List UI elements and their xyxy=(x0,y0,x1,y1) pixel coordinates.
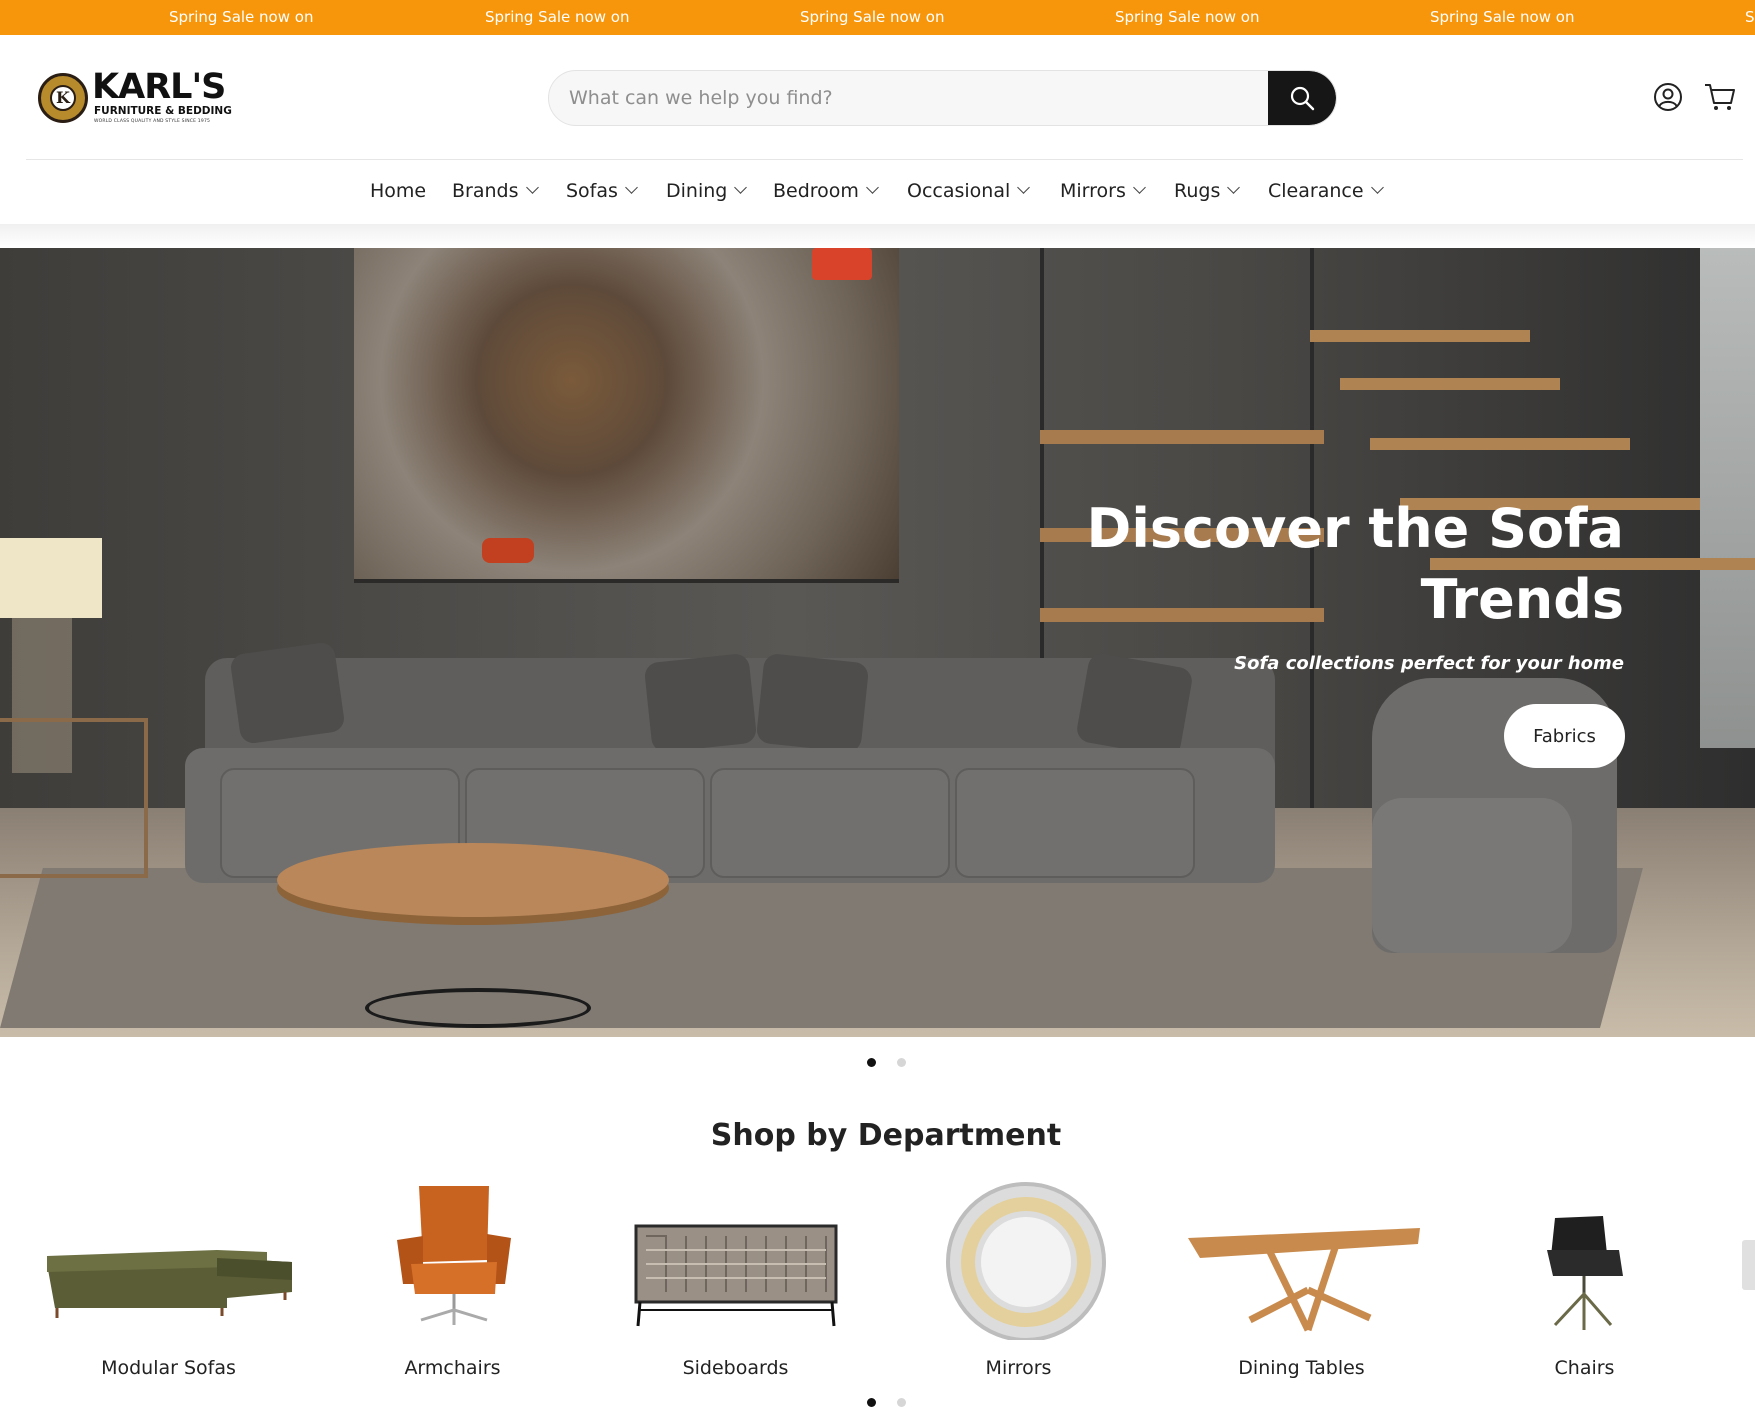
department-dot-1[interactable] xyxy=(867,1398,876,1407)
coffee-table xyxy=(277,843,669,917)
logo-emblem-letter: K xyxy=(50,85,76,111)
header-divider xyxy=(26,159,1743,160)
chevron-down-icon xyxy=(625,181,638,194)
department-chairs[interactable]: Chairs xyxy=(1443,1180,1726,1380)
nav-label: Bedroom xyxy=(773,180,859,202)
search-bar xyxy=(548,70,1337,126)
logo-name: KARL'S xyxy=(92,67,226,107)
department-mirrors[interactable]: Mirrors xyxy=(877,1180,1160,1380)
search-button[interactable] xyxy=(1268,71,1336,125)
nav-label: Sofas xyxy=(566,180,618,202)
nav-label: Rugs xyxy=(1174,180,1221,202)
painting-accent xyxy=(812,248,872,280)
logo-emblem-icon: K xyxy=(38,73,88,123)
coffee-table-base xyxy=(365,988,591,1028)
sofa-pillow xyxy=(643,652,758,754)
nav-item-clearance[interactable]: Clearance xyxy=(1268,180,1384,202)
account-icon xyxy=(1654,83,1682,111)
department-next-item-preview xyxy=(1742,1240,1755,1290)
hero-dot-1[interactable] xyxy=(867,1058,876,1067)
sofa-cushion xyxy=(710,768,950,878)
painting-accent xyxy=(482,538,534,563)
sideboard-image xyxy=(634,1224,838,1327)
nav-label: Mirrors xyxy=(1060,180,1126,202)
chevron-down-icon xyxy=(866,181,879,194)
nav-label: Occasional xyxy=(907,180,1011,202)
sofa-cushion xyxy=(955,768,1195,878)
nav-shadow xyxy=(0,224,1755,248)
department-heading: Shop by Department xyxy=(710,1118,1062,1153)
armchair-image xyxy=(397,1186,511,1325)
chevron-down-icon xyxy=(1227,181,1241,194)
hero-dot-2[interactable] xyxy=(897,1058,906,1067)
shelf xyxy=(1040,430,1324,444)
chevron-down-icon xyxy=(1370,181,1384,194)
announcement-text: Spring Sale now on xyxy=(1430,8,1575,26)
modular-sofa-image xyxy=(47,1250,292,1318)
department-modular-sofas[interactable]: Modular Sofas xyxy=(27,1180,310,1380)
hero-side-table xyxy=(0,718,148,878)
department-label: Dining Tables xyxy=(1238,1357,1365,1379)
hero-painting xyxy=(354,248,899,583)
nav-item-bedroom[interactable]: Bedroom xyxy=(773,180,879,202)
department-label: Chairs xyxy=(1554,1357,1615,1379)
nav-item-occasional[interactable]: Occasional xyxy=(907,180,1031,202)
chair-image xyxy=(1547,1216,1623,1330)
chevron-down-icon xyxy=(1133,181,1146,194)
sofa-pillow xyxy=(229,641,346,745)
nav-item-rugs[interactable]: Rugs xyxy=(1174,180,1241,202)
announcement-text: S xyxy=(1745,8,1755,26)
department-dining-tables[interactable]: Dining Tables xyxy=(1160,1180,1443,1380)
department-dot-2[interactable] xyxy=(897,1398,906,1407)
logo-tagline: WORLD CLASS QUALITY AND STYLE SINCE 1975 xyxy=(94,119,211,124)
search-input[interactable] xyxy=(569,71,1249,125)
nav-item-brands[interactable]: Brands xyxy=(452,180,539,202)
cart-button[interactable] xyxy=(1703,81,1737,113)
announcement-text: Spring Sale now on xyxy=(485,8,630,26)
nav-label: Clearance xyxy=(1268,180,1364,202)
hero-window xyxy=(1700,248,1755,748)
announcement-text: Spring Sale now on xyxy=(800,8,945,26)
department-label: Sideboards xyxy=(682,1357,789,1379)
stair xyxy=(1370,438,1630,450)
store-logo[interactable]: K KARL'S FURNITURE & BEDDING WORLD CLASS… xyxy=(38,69,238,129)
department-label: Armchairs xyxy=(404,1357,501,1379)
account-button[interactable] xyxy=(1652,81,1684,113)
department-sideboards[interactable]: Sideboards xyxy=(594,1180,877,1380)
nav-item-sofas[interactable]: Sofas xyxy=(566,180,638,202)
chevron-down-icon xyxy=(1017,181,1031,194)
hero-armchair-seat xyxy=(1372,798,1572,953)
logo-subtitle: FURNITURE & BEDDING xyxy=(94,105,232,117)
site-header: K KARL'S FURNITURE & BEDDING WORLD CLASS… xyxy=(0,35,1755,161)
main-nav: Home Brands Sofas Dining Bedroom Occasio… xyxy=(0,170,1755,214)
cart-icon xyxy=(1705,84,1735,110)
announcement-bar: Spring Sale now on Spring Sale now on Sp… xyxy=(0,0,1755,35)
announcement-text: Spring Sale now on xyxy=(169,8,314,26)
search-icon xyxy=(1290,86,1315,111)
chevron-down-icon xyxy=(525,181,539,194)
nav-label: Dining xyxy=(666,180,728,202)
nav-label: Home xyxy=(370,180,427,202)
nav-item-home[interactable]: Home xyxy=(370,180,426,202)
department-label: Mirrors xyxy=(985,1357,1052,1379)
dining-table-image xyxy=(1188,1228,1420,1332)
department-armchairs[interactable]: Armchairs xyxy=(311,1180,594,1380)
nav-item-dining[interactable]: Dining xyxy=(666,180,748,202)
stair xyxy=(1340,378,1560,390)
hero-title: Discover the Sofa Trends xyxy=(1086,497,1624,631)
hero-banner[interactable]: Discover the Sofa Trends Sofa collection… xyxy=(0,248,1755,1037)
sofa-pillow xyxy=(755,652,870,754)
nav-label: Brands xyxy=(452,180,519,202)
announcement-text: Spring Sale now on xyxy=(1115,8,1260,26)
chevron-down-icon xyxy=(734,181,748,194)
mirror-image xyxy=(946,1182,1106,1340)
hero-lamp-shade xyxy=(0,538,102,618)
hero-cta-button[interactable]: Fabrics xyxy=(1504,704,1625,768)
department-label: Modular Sofas xyxy=(101,1357,236,1379)
hero-subtitle: Sofa collections perfect for your home xyxy=(1234,653,1624,674)
stair xyxy=(1310,330,1530,342)
nav-item-mirrors[interactable]: Mirrors xyxy=(1060,180,1146,202)
